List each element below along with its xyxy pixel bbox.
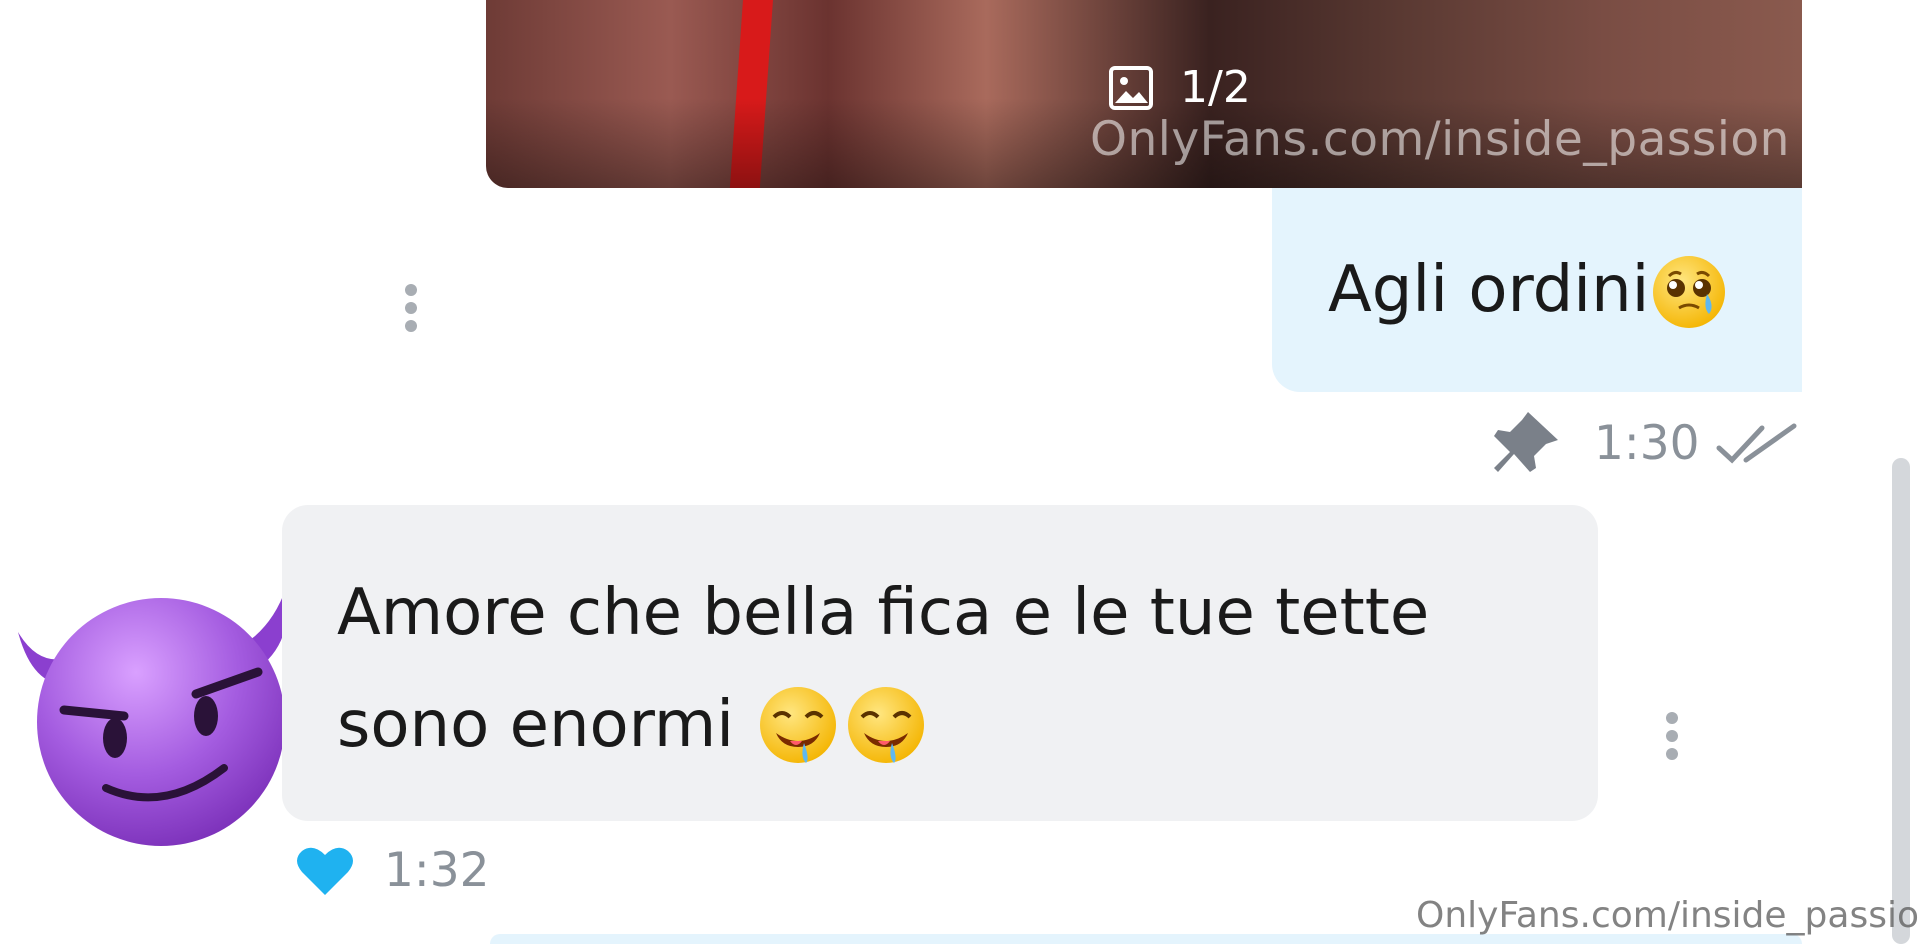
heart-icon[interactable] (296, 845, 354, 897)
sent-message-options-button[interactable] (404, 284, 418, 332)
more-vertical-icon (1665, 712, 1679, 760)
scrollbar[interactable] (1892, 458, 1910, 944)
smiling-devil-icon (18, 588, 288, 846)
received-message-line-2: sono enormi (337, 688, 734, 762)
media-watermark: OnlyFans.com/inside_passion (1090, 112, 1790, 167)
drooling-face-emoji-icon (759, 687, 836, 763)
media-preview[interactable]: 1/2 OnlyFans.com/inside_passion (486, 0, 1802, 188)
sent-message-meta: 1:30 (1490, 410, 1798, 476)
received-message-line-1: Amore che bella fica e le tue tette (337, 576, 1430, 650)
sent-message-text: Agli ordini (1328, 253, 1650, 327)
image-icon (1109, 65, 1153, 110)
received-message-options-button[interactable] (1665, 712, 1679, 760)
crying-face-emoji-icon (1653, 256, 1726, 328)
more-vertical-icon (404, 284, 418, 332)
received-message-bubble[interactable]: Amore che bella fica e le tue tette sono… (282, 505, 1598, 821)
bottom-watermark: OnlyFans.com/inside_passion (1416, 895, 1920, 936)
pin-icon[interactable] (1490, 410, 1560, 476)
sent-message-bubble[interactable]: Agli ordini (1272, 188, 1802, 392)
drooling-face-emoji-icon (847, 687, 924, 763)
avatar[interactable] (14, 582, 296, 854)
received-message-time: 1:32 (384, 843, 490, 898)
media-counter-text: 1/2 (1180, 62, 1251, 113)
double-check-icon (1716, 423, 1797, 464)
sent-message-time: 1:30 (1594, 415, 1700, 471)
media-counter: 1/2 (1108, 62, 1251, 113)
received-message-meta: 1:32 (296, 843, 490, 898)
